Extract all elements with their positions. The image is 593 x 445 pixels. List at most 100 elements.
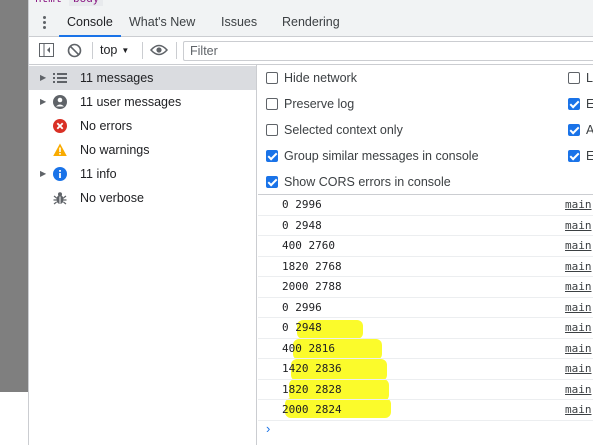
console-message[interactable]: 2000 2788 main [258, 277, 593, 298]
console-message[interactable]: 400 2760 main [258, 236, 593, 257]
list-icon [53, 73, 67, 83]
user-icon [53, 95, 67, 109]
eager-evaluation-checkbox[interactable]: Ea [568, 94, 593, 114]
source-link[interactable]: main [565, 400, 592, 420]
source-link[interactable]: main [565, 359, 592, 379]
checkbox-label: Au [586, 123, 593, 137]
checkbox-box[interactable] [266, 150, 278, 162]
sidebar-item-user-messages[interactable]: ▶ 11 user messages [29, 90, 256, 114]
toolbar-divider [176, 42, 177, 59]
console-settings-pane: Hide network Preserve log Selected conte… [258, 65, 593, 195]
chevron-down-icon: ▼ [121, 46, 130, 55]
console-message[interactable]: 2000 2824 main [258, 400, 593, 421]
checkbox-box[interactable] [266, 72, 278, 84]
context-label: top [100, 43, 118, 57]
message-text: 1820 2768 [282, 259, 342, 273]
tab-issues[interactable]: Issues [221, 9, 257, 36]
message-text: 0 2948 [282, 218, 322, 232]
checkbox-label: Group similar messages in console [284, 149, 479, 163]
sidebar-item-label: No errors [80, 119, 133, 133]
sidebar-item-warnings[interactable]: No warnings [29, 138, 256, 162]
console-message[interactable]: 0 2948 main [258, 216, 593, 236]
checkbox-box[interactable] [568, 150, 580, 162]
tab-rendering[interactable]: Rendering [282, 9, 340, 36]
toolbar-divider [142, 42, 143, 59]
clear-console-icon[interactable] [67, 43, 82, 58]
evaluate-triggers-checkbox[interactable]: Ev [568, 146, 593, 166]
console-message[interactable]: 0 2948 main [258, 318, 593, 339]
message-text: 0 2996 [282, 300, 322, 314]
checkbox-box[interactable] [266, 124, 278, 136]
source-link[interactable]: main [565, 216, 592, 236]
toolbar-divider [92, 42, 93, 59]
sidebar-item-label: 11 info [80, 167, 117, 181]
checkbox-label: Ev [586, 149, 593, 163]
console-message[interactable]: 0 2996 main [258, 195, 593, 216]
expand-arrow-icon[interactable]: ▶ [40, 66, 46, 90]
source-link[interactable]: main [565, 318, 592, 338]
source-link[interactable]: main [565, 195, 592, 215]
sidebar-item-label: 11 messages [80, 71, 154, 85]
context-selector[interactable]: top ▼ [100, 37, 129, 64]
sidebar-item-label: No warnings [80, 143, 150, 157]
expand-arrow-icon[interactable]: ▶ [40, 162, 46, 186]
tab-bar: Console What's New Issues Rendering [29, 9, 593, 37]
source-link[interactable]: main [565, 380, 592, 400]
source-link[interactable]: main [565, 236, 592, 256]
console-message[interactable]: 0 2996 main [258, 298, 593, 318]
expand-arrow-icon[interactable]: ▶ [40, 90, 46, 114]
checkbox-box[interactable] [568, 72, 580, 84]
console-message[interactable]: 1820 2828 main [258, 380, 593, 400]
source-link[interactable]: main [565, 257, 592, 277]
breadcrumb-html[interactable]: html [35, 0, 61, 6]
breadcrumb-body[interactable]: body [69, 0, 104, 6]
tab-console[interactable]: Console [59, 9, 121, 37]
message-text: 2000 2824 [282, 403, 342, 416]
autocomplete-checkbox[interactable]: Au [568, 120, 593, 140]
page-background-panel [0, 0, 28, 392]
source-link[interactable]: main [565, 339, 592, 359]
source-link[interactable]: main [565, 277, 592, 297]
message-text: 1420 2836 [282, 362, 342, 375]
breadcrumb: html body [29, 0, 593, 9]
message-text: 400 2816 [282, 341, 335, 355]
tab-whats-new[interactable]: What's New [129, 9, 195, 36]
checkbox-box[interactable] [266, 176, 278, 188]
sidebar-item-label: 11 user messages [80, 95, 182, 109]
sidebar-item-messages[interactable]: ▶ 11 messages [29, 66, 256, 90]
live-expression-eye-icon[interactable] [150, 44, 168, 56]
filter-input[interactable]: Filter [183, 41, 593, 61]
sidebar-item-errors[interactable]: No errors [29, 114, 256, 138]
console-sidebar: ▶ 11 messages ▶ 11 user messages No erro… [29, 65, 257, 445]
message-text: 400 2760 [282, 239, 335, 252]
console-message[interactable]: 400 2816 main [258, 339, 593, 359]
devtools-panel: html body Console What's New Issues Rend… [28, 0, 593, 445]
bug-icon [53, 192, 67, 205]
checkbox-label: Lo [586, 71, 593, 85]
info-icon [53, 167, 67, 181]
sidebar-item-verbose[interactable]: No verbose [29, 186, 256, 210]
checkbox-label: Show CORS errors in console [284, 175, 451, 189]
checkbox-box[interactable] [568, 98, 580, 110]
message-text: 1820 2828 [282, 382, 342, 396]
console-prompt-chevron-icon[interactable]: › [266, 421, 270, 436]
log-xhr-checkbox[interactable]: Lo [568, 68, 593, 88]
message-text: 0 2996 [282, 198, 322, 211]
message-text: 0 2948 [282, 321, 322, 334]
page-background-blank [0, 392, 28, 445]
checkbox-label: Hide network [284, 71, 357, 85]
checkbox-label: Selected context only [284, 123, 403, 137]
console-message[interactable]: 1420 2836 main [258, 359, 593, 380]
console-messages: 0 2996 main 0 2948 main 400 2760 main 1820 … [258, 195, 593, 421]
sidebar-item-label: No verbose [80, 191, 144, 205]
checkbox-box[interactable] [266, 98, 278, 110]
sidebar-toggle-icon[interactable] [39, 43, 54, 57]
sidebar-item-info[interactable]: ▶ 11 info [29, 162, 256, 186]
more-menu-icon[interactable] [43, 16, 47, 30]
console-message[interactable]: 1820 2768 main [258, 257, 593, 277]
checkbox-box[interactable] [568, 124, 580, 136]
checkbox-label: Preserve log [284, 97, 355, 111]
console-main: Hide network Preserve log Selected conte… [258, 65, 593, 445]
source-link[interactable]: main [565, 298, 592, 318]
console-toolbar: top ▼ Filter [29, 37, 593, 65]
